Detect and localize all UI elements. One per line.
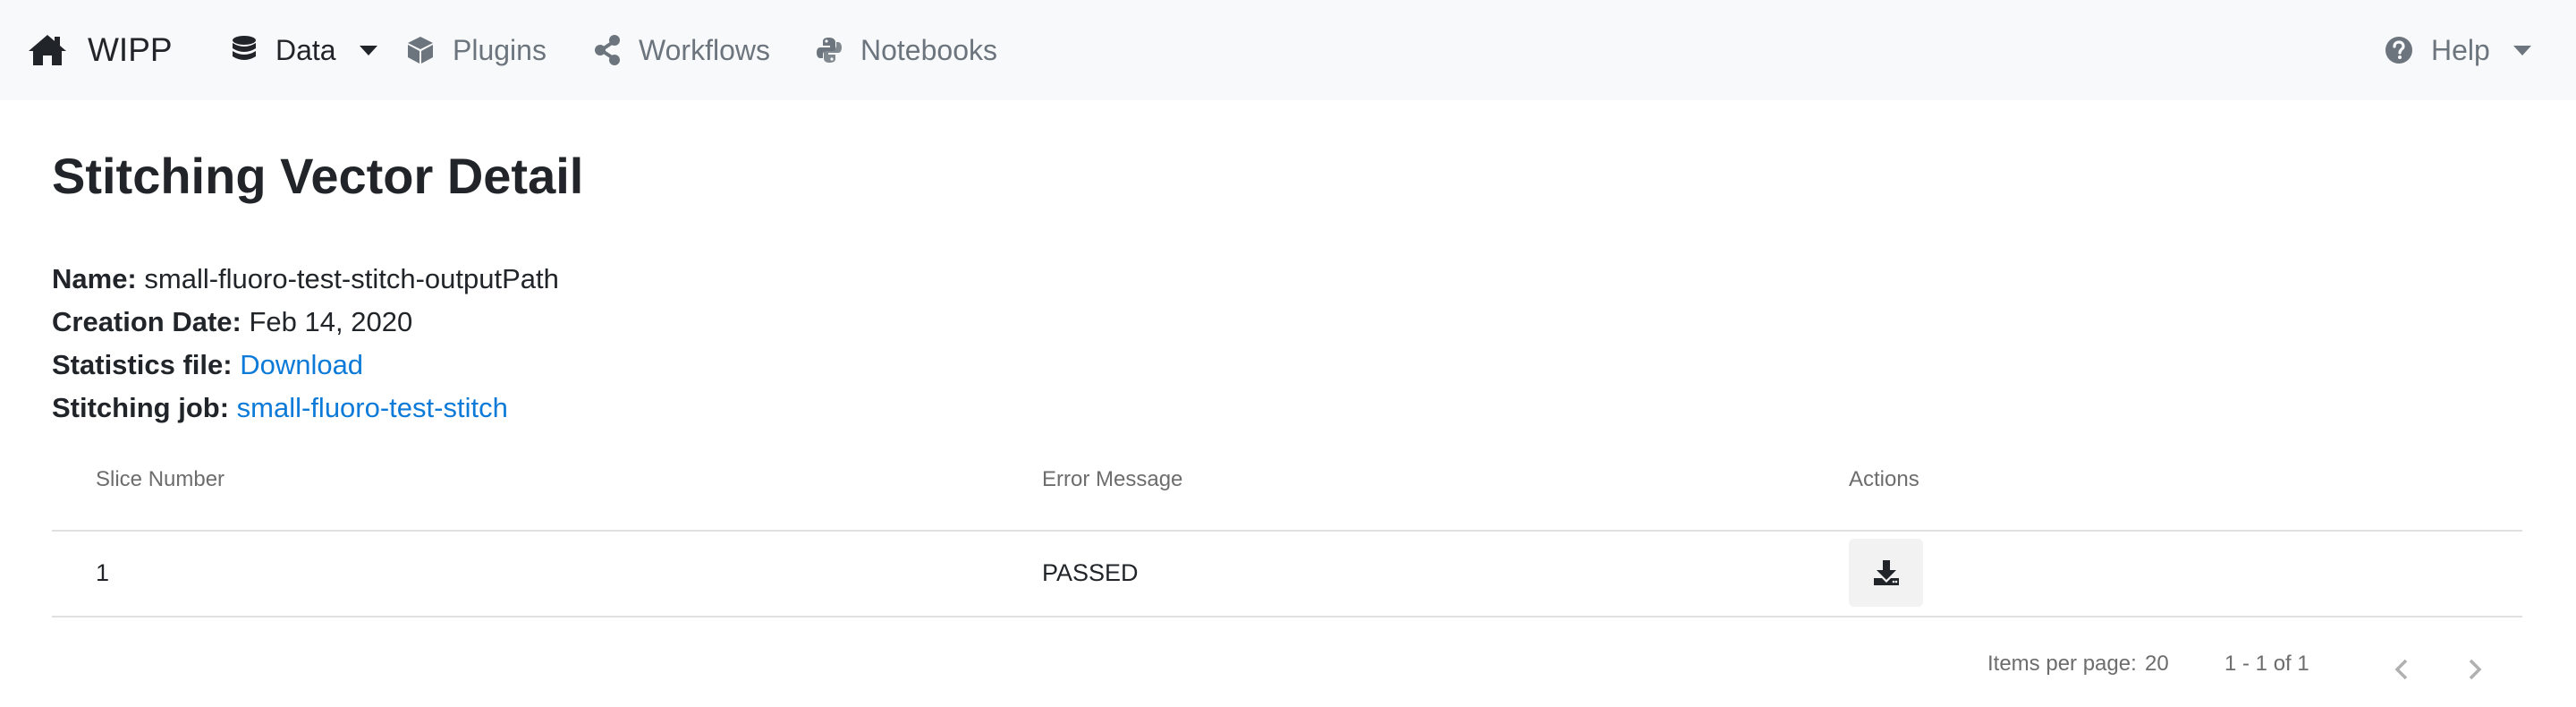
python-icon	[817, 38, 842, 63]
detail-statistics-file-label: Statistics file:	[52, 349, 233, 380]
chevron-down-icon	[359, 45, 377, 55]
details-panel: Name: small-fluoro-test-stitch-outputPat…	[52, 258, 559, 430]
cube-icon	[408, 37, 433, 64]
brand-link[interactable]: WIPP	[27, 0, 173, 100]
top-navbar: WIPP Data Plugins Workflows Notebooks He…	[0, 0, 2576, 100]
nav-plugins[interactable]: Plugins	[406, 0, 547, 100]
table-row: 1 PASSED	[52, 532, 2522, 618]
detail-creation-date: Creation Date: Feb 14, 2020	[52, 301, 559, 344]
statistics-download-link[interactable]: Download	[240, 349, 363, 380]
database-icon	[233, 36, 256, 60]
cell-error-message: PASSED	[1042, 559, 1139, 586]
next-page-button[interactable]	[2456, 652, 2492, 687]
brand-label: WIPP	[88, 31, 173, 68]
detail-name: Name: small-fluoro-test-stitch-outputPat…	[52, 258, 559, 301]
nav-data-label: Data	[275, 33, 336, 66]
detail-creation-date-value: Feb 14, 2020	[249, 306, 413, 337]
download-icon	[1873, 560, 1899, 585]
header-actions: Actions	[1849, 467, 1919, 491]
header-slice-number[interactable]: Slice Number	[96, 467, 225, 492]
stitching-job-link[interactable]: small-fluoro-test-stitch	[237, 392, 508, 423]
cell-slice-number: 1	[96, 559, 110, 586]
detail-creation-date-label: Creation Date:	[52, 306, 242, 337]
nav-plugins-label: Plugins	[453, 33, 547, 66]
nav-help-label: Help	[2431, 33, 2490, 66]
question-circle-icon	[2385, 37, 2412, 64]
detail-name-value: small-fluoro-test-stitch-outputPath	[144, 263, 559, 294]
page-title: Stitching Vector Detail	[52, 148, 584, 204]
items-per-page-select[interactable]: 20	[2145, 652, 2169, 677]
nav-notebooks-label: Notebooks	[860, 33, 997, 66]
home-icon	[29, 35, 66, 65]
detail-statistics-file: Statistics file: Download	[52, 344, 559, 387]
nav-workflows[interactable]: Workflows	[594, 0, 770, 100]
download-slice-button[interactable]	[1849, 539, 1923, 607]
detail-name-label: Name:	[52, 263, 137, 294]
slices-table: Slice Number Error Message Actions 1 PAS…	[52, 447, 2522, 618]
paginator-range: 1 - 1 of 1	[2224, 652, 2309, 676]
nav-workflows-label: Workflows	[639, 33, 770, 66]
detail-stitching-job: Stitching job: small-fluoro-test-stitch	[52, 387, 559, 430]
share-icon	[595, 35, 620, 65]
detail-stitching-job-label: Stitching job:	[52, 392, 230, 423]
nav-data[interactable]: Data	[231, 0, 377, 100]
chevron-down-icon	[2512, 45, 2531, 55]
nav-help[interactable]: Help	[2385, 0, 2531, 100]
table-header: Slice Number Error Message Actions	[52, 447, 2522, 532]
previous-page-button[interactable]	[2385, 652, 2420, 687]
items-per-page-label: Items per page:	[1987, 652, 2137, 676]
header-error-message[interactable]: Error Message	[1042, 467, 1182, 492]
nav-notebooks[interactable]: Notebooks	[816, 0, 997, 100]
